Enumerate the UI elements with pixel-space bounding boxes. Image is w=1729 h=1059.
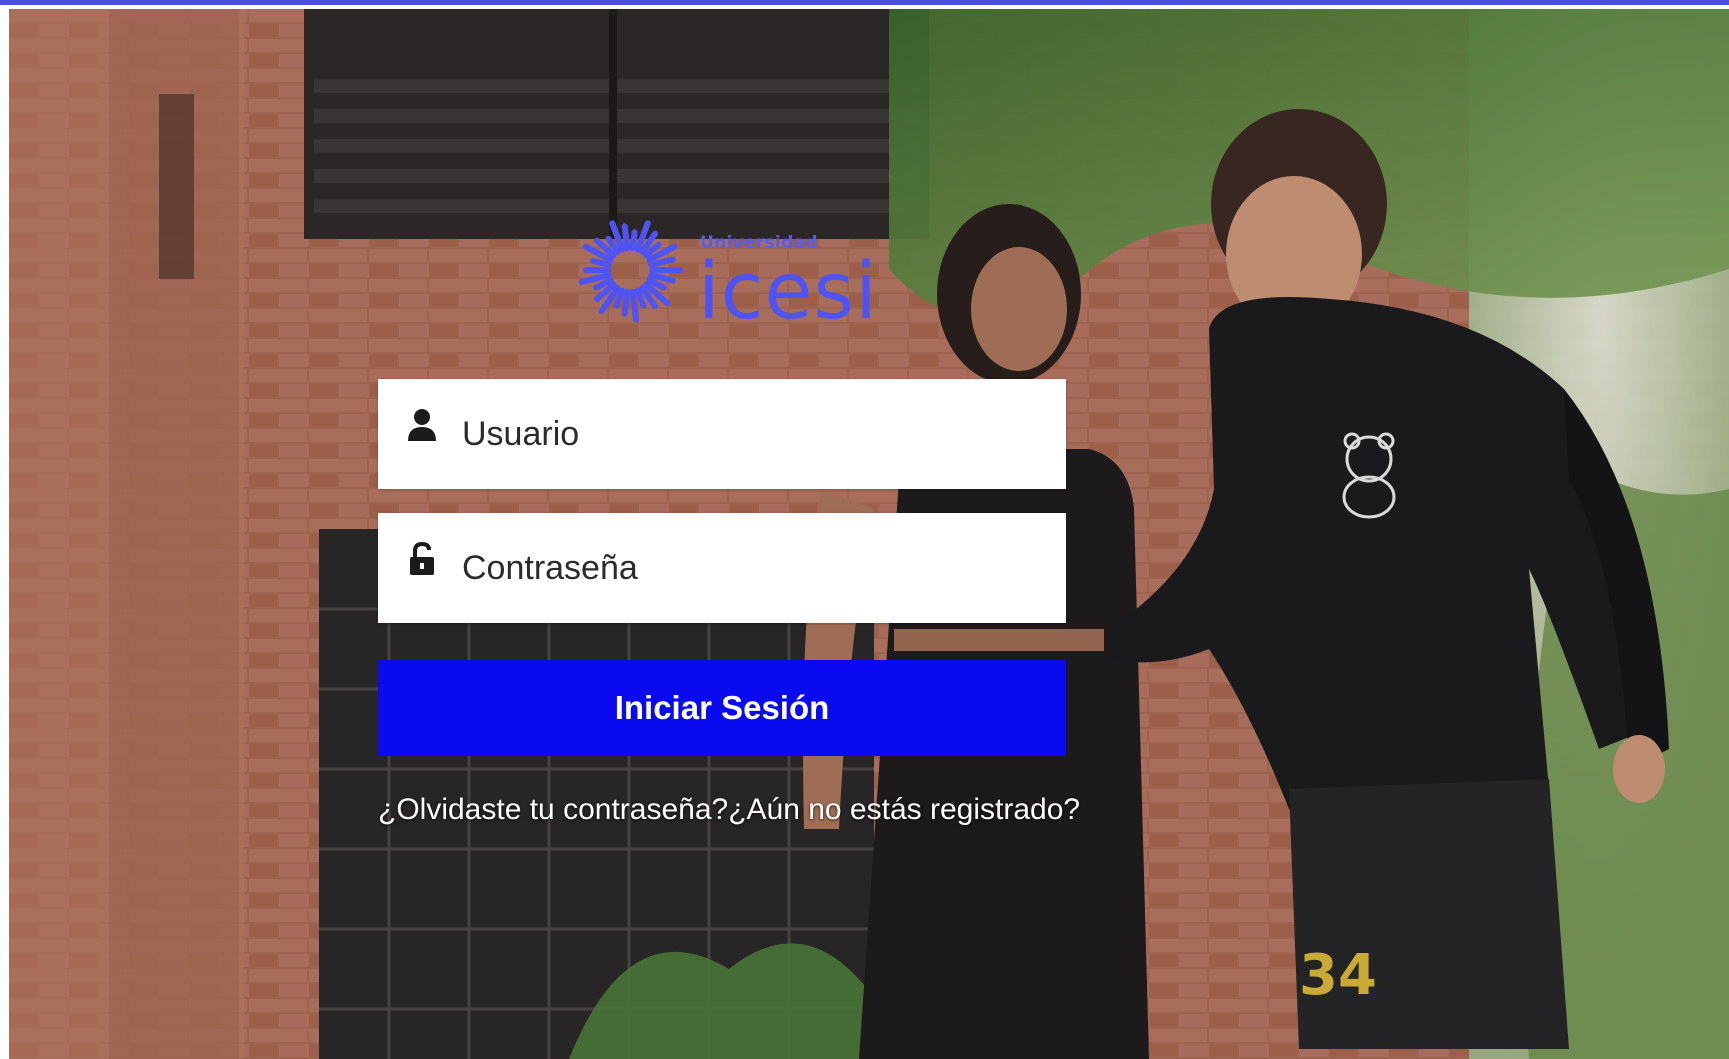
username-field[interactable] xyxy=(378,379,1066,489)
user-icon xyxy=(408,409,436,441)
sunburst-ray xyxy=(590,257,612,268)
account-links: ¿Olvidaste tu contraseña?¿Aún no estás r… xyxy=(378,793,1080,827)
forgot-password-link[interactable]: ¿Olvidaste tu contraseña? xyxy=(378,793,728,826)
password-field[interactable] xyxy=(378,513,1066,623)
login-page: 34 Universidad icesi Usuario Iniciar Ses… xyxy=(0,0,1729,1059)
sunburst-ray xyxy=(629,288,640,323)
sunburst-ray xyxy=(621,288,631,317)
login-button[interactable]: Iniciar Sesión xyxy=(378,660,1066,756)
top-accent-bar xyxy=(0,0,1729,5)
lock-icon xyxy=(410,541,434,575)
university-logo: Universidad icesi xyxy=(575,215,877,331)
sunburst-icon xyxy=(578,220,683,323)
register-link[interactable]: ¿Aún no estás registrado? xyxy=(728,793,1080,826)
logo-brand-text: icesi xyxy=(698,247,878,337)
sunburst-ray xyxy=(621,223,631,252)
sunburst-ray xyxy=(629,229,638,252)
password-input[interactable] xyxy=(462,513,1052,623)
username-input[interactable] xyxy=(462,379,1052,489)
